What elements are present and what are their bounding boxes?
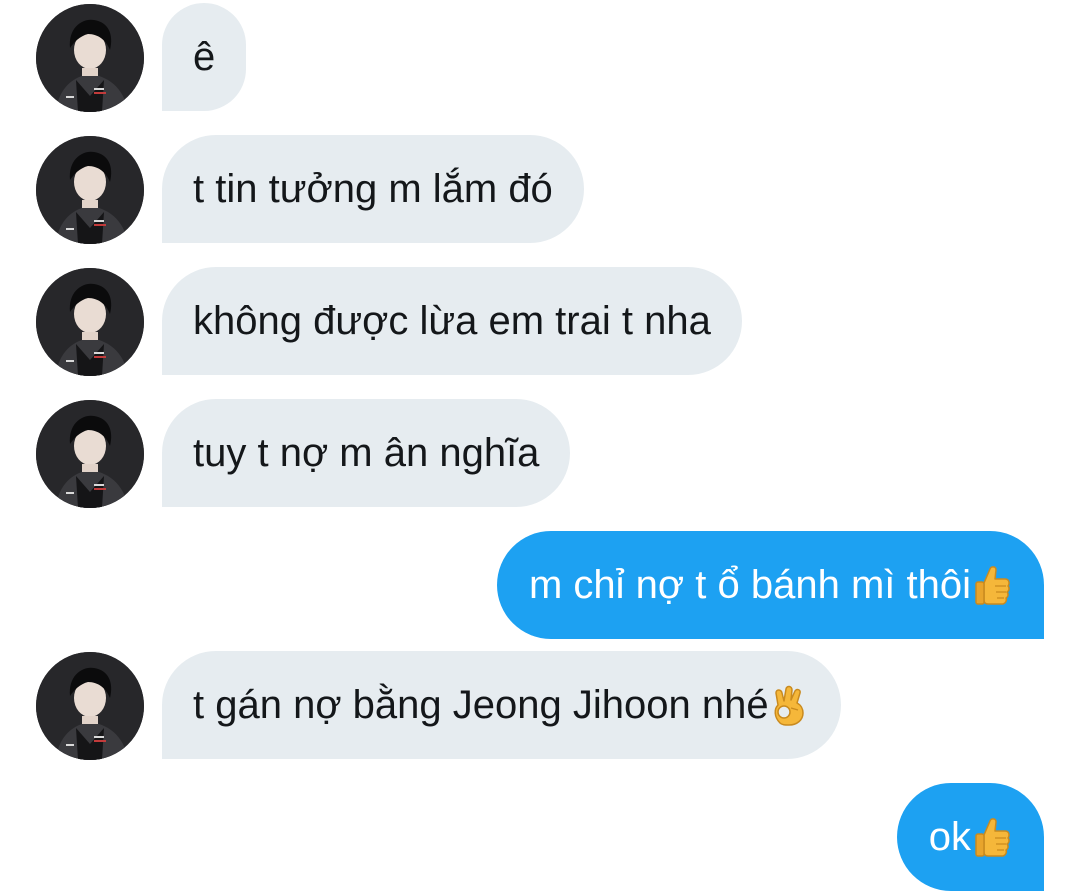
message-text: m chỉ nợ t ổ bánh mì thôi bbox=[529, 563, 971, 607]
avatar[interactable] bbox=[36, 400, 144, 508]
message-row: m chỉ nợ t ổ bánh mì thôi bbox=[0, 531, 1080, 639]
message-text: ok bbox=[928, 815, 971, 859]
message-thread: ê t tin tưởng m lắm đó không được lừa em… bbox=[0, 0, 1080, 895]
incoming-message-bubble[interactable]: t gán nợ bằng Jeong Jihoon nhé bbox=[162, 651, 841, 759]
avatar[interactable] bbox=[36, 136, 144, 244]
thumbs-up-icon bbox=[972, 563, 1012, 607]
outgoing-message-bubble[interactable]: m chỉ nợ t ổ bánh mì thôi bbox=[497, 531, 1044, 639]
incoming-message-bubble[interactable]: tuy t nợ m ân nghĩa bbox=[162, 399, 571, 507]
avatar[interactable] bbox=[36, 268, 144, 376]
message-row: ê bbox=[0, 3, 1080, 112]
incoming-message-bubble[interactable]: không được lừa em trai t nha bbox=[162, 267, 742, 375]
message-text: tuy t nợ m ân nghĩa bbox=[193, 431, 540, 475]
message-row: ok bbox=[0, 783, 1080, 891]
message-text: t tin tưởng m lắm đó bbox=[193, 167, 553, 211]
avatar[interactable] bbox=[36, 4, 144, 112]
ok-hand-icon bbox=[770, 683, 810, 727]
incoming-message-bubble[interactable]: t tin tưởng m lắm đó bbox=[162, 135, 584, 243]
message-row: t gán nợ bằng Jeong Jihoon nhé bbox=[0, 651, 1080, 760]
message-row: t tin tưởng m lắm đó bbox=[0, 135, 1080, 244]
message-text: không được lừa em trai t nha bbox=[193, 299, 711, 343]
message-row: không được lừa em trai t nha bbox=[0, 267, 1080, 376]
message-text: ê bbox=[193, 35, 216, 79]
thumbs-up-icon bbox=[972, 815, 1012, 859]
avatar[interactable] bbox=[36, 652, 144, 760]
message-text: t gán nợ bằng Jeong Jihoon nhé bbox=[193, 683, 769, 727]
outgoing-message-bubble[interactable]: ok bbox=[896, 783, 1044, 891]
message-row: tuy t nợ m ân nghĩa bbox=[0, 399, 1080, 508]
incoming-message-bubble[interactable]: ê bbox=[162, 3, 247, 111]
